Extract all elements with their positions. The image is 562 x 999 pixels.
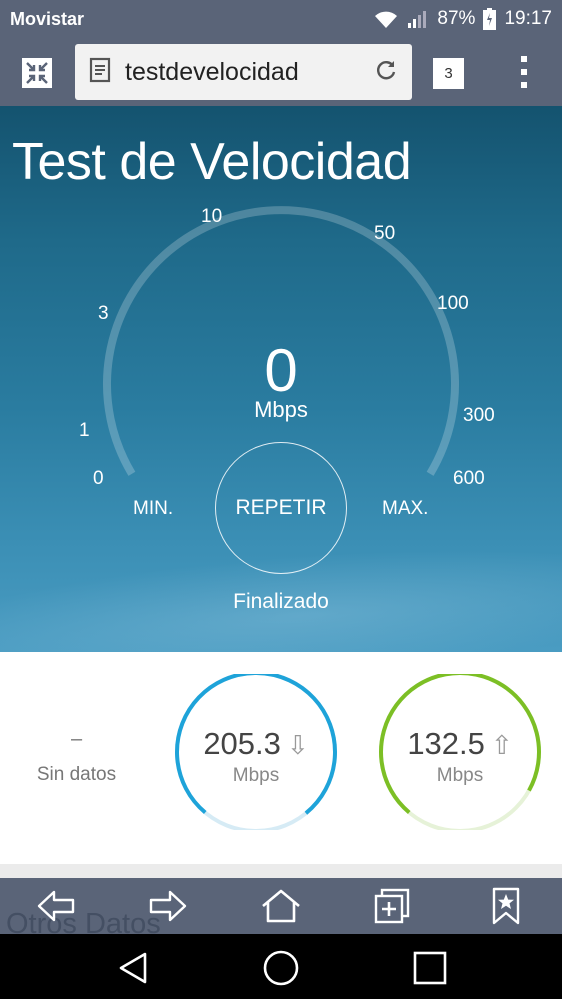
gauge-tick-label: 50 — [374, 223, 396, 244]
ping-label: Sin datos — [36, 764, 117, 785]
upload-unit: Mbps — [436, 765, 484, 786]
download-arrow-icon: ⇩ — [286, 730, 309, 760]
clock: 19:17 — [504, 8, 552, 29]
carrier-name: Movistar — [10, 8, 85, 29]
page-icon — [89, 57, 111, 88]
test-status: Finalizado — [233, 590, 329, 613]
battery-percent: 87% — [437, 8, 476, 29]
download-unit: Mbps — [232, 765, 280, 786]
gauge-tick-label: 1 — [79, 420, 90, 441]
gauge-tick-label: 600 — [453, 468, 485, 489]
battery-icon — [483, 8, 497, 30]
upload-value: 132.5 — [407, 726, 485, 761]
gauge-tick-label: 10 — [201, 206, 223, 227]
bookmark-icon[interactable] — [484, 886, 528, 926]
forward-arrow-icon[interactable] — [146, 886, 190, 926]
system-home-icon[interactable] — [261, 948, 301, 988]
browser-toolbar: testdevelocidad 3 — [0, 38, 562, 106]
add-tab-icon[interactable] — [370, 886, 414, 926]
home-icon[interactable] — [259, 886, 303, 926]
system-back-icon[interactable] — [113, 948, 153, 988]
upload-result: 132.5 ⇧ Mbps — [377, 674, 543, 830]
browser-bottom-bar: Otros Datos — [0, 878, 562, 934]
other-data-heading: Otros Datos — [6, 908, 161, 934]
android-navigation-bar — [0, 934, 562, 999]
download-value-line: 205.3 ⇩ — [173, 726, 339, 762]
gauge-tick-label: 0 — [93, 468, 104, 489]
exit-fullscreen-icon[interactable] — [20, 56, 54, 90]
download-value: 205.3 — [203, 726, 281, 761]
url-text[interactable]: testdevelocidad — [125, 58, 374, 87]
back-arrow-icon[interactable] — [34, 886, 78, 926]
ping-value: – — [70, 728, 83, 750]
upload-value-line: 132.5 ⇧ — [377, 726, 543, 762]
overflow-menu-icon[interactable] — [512, 52, 536, 92]
gauge-tick-label: 100 — [437, 293, 469, 314]
tab-switcher-button[interactable]: 3 — [433, 58, 464, 89]
upload-arrow-icon: ⇧ — [490, 730, 513, 760]
section-divider — [0, 864, 562, 878]
signal-icon — [407, 9, 429, 29]
repeat-label: REPETIR — [235, 496, 327, 519]
min-label: MIN. — [133, 498, 174, 519]
repeat-button[interactable]: REPETIR — [215, 442, 347, 574]
wifi-icon — [373, 9, 399, 29]
download-result: 205.3 ⇩ Mbps — [173, 674, 339, 830]
speed-value: 0 — [264, 337, 298, 404]
tab-count: 3 — [444, 65, 453, 82]
status-bar: Movistar 87% 19:17 — [0, 0, 562, 38]
gauge-tick-label: 3 — [98, 303, 109, 324]
url-bar[interactable]: testdevelocidad — [75, 44, 412, 100]
speed-unit: Mbps — [254, 397, 308, 422]
reload-icon[interactable] — [374, 58, 398, 87]
status-icons: 87% 19:17 — [373, 8, 552, 30]
system-recents-icon[interactable] — [410, 948, 450, 988]
max-label: MAX. — [382, 498, 429, 519]
results-panel: – Sin datos 205.3 ⇩ Mbps 132.5 ⇧ Mbps — [0, 652, 562, 864]
speedtest-panel: Test de Velocidad 0 1 3 10 50 100 300 60… — [0, 106, 562, 652]
